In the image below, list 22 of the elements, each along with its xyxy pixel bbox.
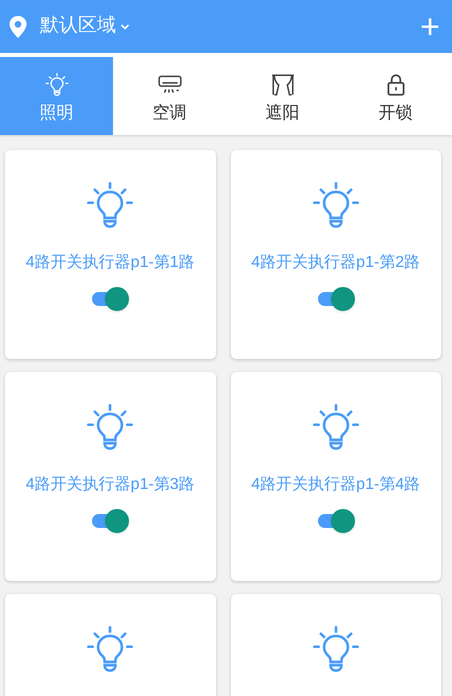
location-pin-icon[interactable] [8, 14, 28, 38]
device-card[interactable]: 4路开关执行器p1-第4路 [230, 372, 441, 581]
device-name: 4路开关执行器p1-第2路 [250, 252, 422, 273]
toggle-switch[interactable] [91, 287, 130, 311]
device-name: 4路开关执行器p1-第3路 [24, 474, 196, 495]
category-tab[interactable]: 遮阳 [226, 57, 339, 135]
add-button[interactable]: + [420, 10, 444, 44]
device-card[interactable]: 4路开关执行器p1-第1路 [5, 150, 216, 359]
device-name: 4路开关执行器p1-第4路 [250, 474, 422, 495]
device-card[interactable]: 4路开关执行器p1-第3路 [5, 372, 216, 581]
category-tab[interactable]: 开锁 [339, 57, 452, 135]
curtain-icon [270, 72, 296, 98]
toggle-switch[interactable] [91, 509, 130, 533]
toggle-switch[interactable] [316, 509, 355, 533]
device-name: 4路开关执行器p1-第1路 [24, 252, 196, 273]
chevron-down-icon [120, 22, 130, 30]
area-dropdown[interactable]: 默认区域 [40, 12, 130, 41]
light-bulb-icon [44, 72, 70, 98]
device-card[interactable]: 4路开关执行器p1-第2路 [230, 150, 441, 359]
category-tab[interactable]: 照明 [0, 57, 113, 135]
category-tab[interactable]: 空调 [113, 57, 226, 135]
toggle-switch[interactable] [316, 287, 355, 311]
